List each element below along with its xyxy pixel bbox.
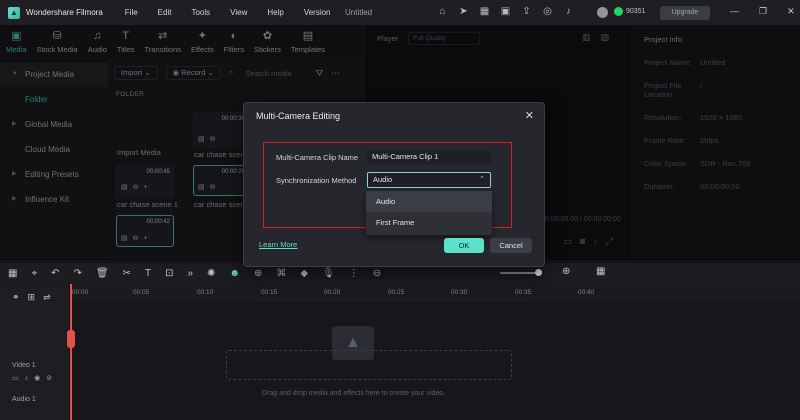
timeline-drop-zone[interactable] (226, 350, 512, 380)
menu-file[interactable]: File (125, 8, 138, 17)
add-track-icon[interactable]: ⊞ (28, 292, 44, 302)
playhead-handle[interactable] (67, 330, 75, 348)
layout-icon[interactable]: ▦ (479, 6, 490, 17)
title-bar: ▲ Wondershare Filmora File Edit Tools Vi… (0, 0, 800, 26)
ruler-tick: 00:15 (261, 289, 278, 296)
save-icon[interactable]: ▣ (500, 6, 511, 17)
upgrade-button[interactable]: Upgrade (660, 6, 710, 20)
support-icon[interactable]: ◎ (542, 6, 553, 17)
timeline-ruler[interactable]: 00:00 00:05 00:10 00:15 00:20 00:25 00:3… (70, 284, 800, 302)
timeline-layout-icon[interactable]: ▦ (596, 266, 605, 277)
track-controls: ⚭⊞⇌ (12, 292, 59, 303)
maximize-icon[interactable]: ❐ (759, 6, 767, 17)
menu-help[interactable]: Help (267, 8, 283, 17)
split-screen-icon[interactable]: ⊕ (254, 268, 262, 279)
color-palette-icon[interactable]: ✺ (207, 268, 215, 279)
close-window-icon[interactable]: ✕ (787, 6, 795, 17)
ruler-tick: 00:40 (578, 289, 595, 296)
learn-more-link[interactable]: Learn More (259, 240, 297, 249)
track-header-panel: ⚭⊞⇌ Video 1 ▭♪◉⊘ Audio 1 (0, 284, 70, 420)
zoom-out-icon[interactable]: ⊖ (373, 268, 381, 279)
zoom-slider[interactable] (500, 269, 542, 276)
clip-name-input[interactable]: Multi-Camera Clip 1 (367, 150, 491, 164)
chevron-up-icon: ⌃ (479, 176, 485, 183)
hide-icon[interactable]: ⊘ (46, 375, 58, 382)
mute-icon[interactable]: ♪ (25, 375, 35, 382)
mic-icon[interactable]: 🎙 (322, 268, 335, 279)
marker-icon[interactable]: ◆ (300, 268, 308, 279)
eye-icon[interactable]: ◉ (34, 375, 46, 382)
cancel-button[interactable]: Cancel (490, 238, 532, 253)
audio-track-label: Audio 1 (12, 396, 36, 403)
more-tools-icon[interactable]: » (187, 268, 193, 279)
filmora-logo-icon: ▲ (8, 6, 20, 19)
text-icon[interactable]: T (145, 268, 151, 279)
select-tool-icon[interactable]: ⌖ (31, 268, 37, 279)
app-name: Wondershare Filmora (26, 8, 103, 17)
sync-selected-value: Audio (373, 175, 393, 184)
ruler-tick: 00:25 (388, 289, 405, 296)
credit-icon (614, 7, 623, 16)
lock-icon[interactable]: ▭ (12, 375, 25, 382)
ok-button[interactable]: OK (444, 238, 484, 253)
auto-ripple-icon[interactable]: ⇌ (43, 292, 59, 302)
snap-icon[interactable]: ⌘ (276, 268, 286, 279)
close-icon[interactable]: ✕ (525, 109, 534, 122)
credits-count: 90351 (626, 8, 646, 15)
menu-bar: File Edit Tools View Help Version (125, 8, 351, 17)
clip-name-label: Multi-Camera Clip Name (276, 153, 359, 162)
layout-grid-icon[interactable]: ▦ (8, 268, 17, 279)
menu-version[interactable]: Version (304, 8, 331, 17)
link-icon[interactable]: ⚭ (12, 292, 28, 302)
ruler-tick: 00:20 (324, 289, 341, 296)
sync-method-select[interactable]: Audio ⌃ (367, 172, 491, 188)
cut-icon[interactable]: ✂ (123, 268, 131, 279)
document-title: Untitled (345, 8, 373, 17)
send-icon[interactable]: ➤ (458, 6, 469, 17)
audio-mix-icon[interactable]: ⋮ (349, 268, 359, 279)
video-track-icons: ▭♪◉⊘ (12, 374, 58, 382)
ruler-tick: 00:35 (515, 289, 532, 296)
redo-icon[interactable]: ↷ (73, 268, 81, 279)
ruler-tick: 00:10 (197, 289, 214, 296)
menu-edit[interactable]: Edit (158, 8, 172, 17)
ruler-tick: 00:05 (133, 289, 150, 296)
sync-method-label: Synchronization Method (276, 176, 357, 185)
delete-icon[interactable]: 🗑 (96, 268, 109, 279)
playhead[interactable] (70, 284, 72, 420)
crop-icon[interactable]: ⊡ (165, 268, 173, 279)
multi-camera-dialog: Multi-Camera Editing ✕ Multi-Camera Clip… (243, 102, 545, 267)
video-track-label: Video 1 (12, 362, 36, 369)
ruler-tick: 00:30 (451, 289, 468, 296)
menu-view[interactable]: View (230, 8, 247, 17)
notification-icon[interactable]: ♪ (563, 6, 574, 17)
dialog-title: Multi-Camera Editing (256, 111, 341, 121)
undo-icon[interactable]: ↶ (51, 268, 59, 279)
ai-tools-icon[interactable]: ☻ (229, 268, 240, 279)
ruler-tick: 00:00 (72, 289, 89, 296)
gift-icon[interactable]: ⌂ (437, 6, 448, 17)
zoom-in-icon[interactable]: ⊕ (562, 266, 570, 277)
sync-option-audio[interactable]: Audio (366, 191, 492, 212)
user-avatar[interactable] (597, 7, 608, 18)
sync-method-dropdown: Audio First Frame (366, 191, 492, 235)
title-icon-group: ⌂ ➤ ▦ ▣ ⇪ ◎ ♪ (437, 6, 574, 17)
window-controls: — ❐ ✕ (730, 6, 795, 17)
drop-hint-text: Drag and drop media and effects here to … (262, 390, 446, 397)
minimize-icon[interactable]: — (730, 6, 739, 17)
upload-icon[interactable]: ⇪ (521, 6, 532, 17)
sync-option-first-frame[interactable]: First Frame (366, 212, 492, 233)
menu-tools[interactable]: Tools (191, 8, 210, 17)
